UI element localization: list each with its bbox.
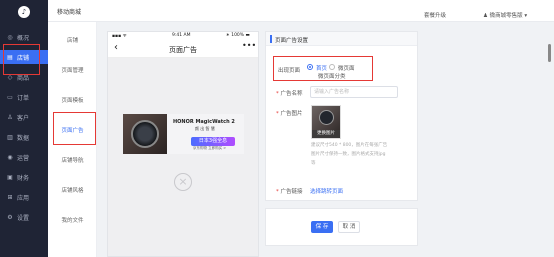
image-hint-2: 图片尺寸保持一致，图片格式支持jpg [311, 152, 386, 157]
finance-icon: ▣ [7, 173, 13, 181]
phone-preview: ▪▪▪ ᯤ 9:41 AM ∗ 100% ▬ ‹ 页面广告 ••• HONOR … [107, 31, 259, 257]
subnav-item-templates[interactable]: 页面模板 [48, 96, 97, 104]
change-image-button[interactable]: 更换图片 [312, 130, 340, 138]
apps-icon: ⊞ [7, 193, 13, 201]
panel-header: 页面广告设置 [266, 32, 417, 46]
phone-status-bar: ▪▪▪ ᯤ 9:41 AM ∗ 100% ▬ [108, 32, 258, 40]
action-bar: 保 存 取 消 [265, 208, 418, 246]
thumbnail-watch [319, 110, 334, 125]
nav-item-operations[interactable]: ◉ 运营 [0, 150, 48, 164]
nav-item-label: 运营 [17, 154, 30, 162]
image-hint-3: 等 [311, 161, 316, 166]
phone-page-title: 页面广告 [169, 46, 197, 54]
image-hint-1: 建议尺寸540 * 800，图片在每张广告 [311, 143, 388, 148]
nav-item-orders[interactable]: ▭ 订单 [0, 90, 48, 104]
nav-item-data[interactable]: ▥ 数据 [0, 130, 48, 144]
top-bar: 移动商城 套餐升级 ♟ 微商城零售版 ▾ [48, 0, 554, 22]
header-accent-bar [270, 35, 272, 43]
ad-small-text: 京东购物 立即购买 > [193, 146, 227, 150]
nav-item-label: 设置 [17, 214, 30, 222]
operations-icon: ◉ [7, 153, 13, 161]
subnav-item-files[interactable]: 我的文件 [48, 216, 97, 224]
subnav-item-pages[interactable]: 页面管理 [48, 66, 97, 74]
orders-icon: ▭ [7, 93, 13, 101]
subnav-item-style[interactable]: 店铺风格 [48, 186, 97, 194]
nav-item-overview[interactable]: ◎ 概况 [0, 30, 48, 44]
cancel-button[interactable]: 取 消 [338, 221, 360, 233]
ad-brand: HONOR MagicWatch 2 [173, 119, 235, 125]
signal-icon: ▪▪▪ ᯤ [112, 34, 127, 39]
phone-header: ‹ 页面广告 ••• [108, 40, 258, 58]
upgrade-link[interactable]: 套餐升级 [424, 11, 446, 19]
main-sidebar: ♪ ◎ 概况 ▤ 店铺 ◇ 商品 ▭ 订单 ♙ 客户 ▥ 数据 ◉ 运营 ▣ 财务 ⊞ 应用 ⚙ 设… [0, 0, 48, 257]
ad-link-label: * 广告链接 [276, 189, 303, 195]
nav-item-label: 订单 [17, 94, 30, 102]
gear-icon: ⚙ [7, 213, 13, 221]
app-logo: ♪ [18, 6, 30, 18]
highlight-page-ads [53, 112, 96, 145]
account-menu[interactable]: ♟ 微商城零售版 ▾ [483, 11, 527, 19]
nav-item-settings[interactable]: ⚙ 设置 [0, 210, 48, 224]
close-icon[interactable]: × [174, 173, 192, 191]
ad-tagline: 颜 出 智 慧 [195, 126, 215, 131]
nav-item-label: 数据 [17, 134, 30, 142]
nav-item-label: 应用 [17, 194, 30, 202]
scrollbar[interactable] [548, 44, 551, 62]
battery-icon: ∗ 100% ▬ [226, 33, 250, 38]
nav-item-apps[interactable]: ⊞ 应用 [0, 190, 48, 204]
overview-icon: ◎ [7, 33, 13, 41]
panel-title: 页面广告设置 [275, 38, 309, 44]
ad-name-label: * 广告名称 [276, 91, 303, 97]
subnav-item-store[interactable]: 店铺 [48, 36, 97, 44]
highlight-show-page [273, 56, 373, 81]
nav-item-label: 概况 [17, 34, 30, 42]
nav-item-finance[interactable]: ▣ 财务 [0, 170, 48, 184]
ad-image-thumbnail[interactable]: 更换图片 [311, 105, 341, 139]
save-button[interactable]: 保 存 [311, 221, 333, 233]
phone-time: 9:41 AM [172, 33, 191, 38]
more-icon[interactable]: ••• [242, 41, 256, 50]
choose-link-button[interactable]: 选择跳转页面 [310, 187, 343, 195]
nav-item-customers[interactable]: ♙ 客户 [0, 110, 48, 124]
nav-item-label: 财务 [17, 174, 30, 182]
ad-image-label: * 广告图片 [276, 111, 303, 117]
page-title: 移动商城 [57, 9, 82, 16]
watch-image [123, 114, 167, 154]
ad-badge: 日本3强全息 [191, 137, 235, 146]
highlight-store-nav [3, 44, 40, 75]
data-icon: ▥ [7, 133, 13, 141]
ad-banner[interactable]: HONOR MagicWatch 2 颜 出 智 慧 日本3强全息 京东购物 立… [123, 114, 244, 154]
ad-name-input[interactable]: 请输入广告名称 [310, 86, 398, 98]
nav-item-label: 客户 [17, 114, 30, 122]
ad-settings-panel: 页面广告设置 出现页面 首页 微页面 微页面分类 * 广告名称 请输入广告名称 … [265, 31, 418, 201]
customer-icon: ♙ [7, 113, 13, 121]
watch-face [131, 120, 159, 148]
subnav-item-navigation[interactable]: 店铺导航 [48, 156, 97, 164]
